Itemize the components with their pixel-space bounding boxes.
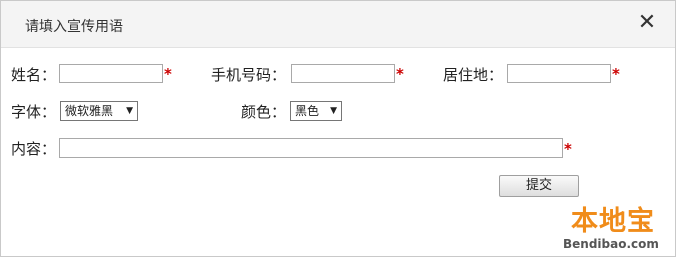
- color-select[interactable]: 黑色 ▼: [290, 101, 342, 121]
- phone-required-mark: *: [396, 65, 404, 83]
- color-select-value: 黑色: [295, 104, 320, 118]
- name-required-mark: *: [164, 65, 172, 83]
- residence-required-mark: *: [612, 65, 620, 83]
- chevron-down-icon: ▼: [330, 106, 337, 116]
- name-input[interactable]: [59, 64, 163, 83]
- chevron-down-icon: ▼: [126, 106, 133, 116]
- phone-input[interactable]: [291, 64, 395, 83]
- content-required-mark: *: [564, 140, 572, 158]
- phone-label: 手机号码：: [211, 66, 287, 84]
- name-label: 姓名：: [11, 66, 57, 84]
- content-label: 内容：: [11, 140, 57, 158]
- dialog: 请填入宣传用语 ✕ 姓名： * 手机号码： * 居住地： * 字体： 微软雅黑 …: [0, 0, 676, 257]
- color-label: 颜色：: [241, 103, 287, 121]
- font-label: 字体：: [11, 103, 57, 121]
- watermark-brand: 本地宝: [571, 206, 655, 237]
- residence-input[interactable]: [507, 64, 611, 83]
- content-input[interactable]: [59, 138, 563, 158]
- dialog-title: 请填入宣传用语: [25, 19, 123, 35]
- font-select[interactable]: 微软雅黑 ▼: [60, 101, 138, 121]
- watermark-logo: 本地宝 Bendibao.com: [561, 199, 673, 255]
- dialog-titlebar: 请填入宣传用语 ✕: [1, 1, 675, 48]
- watermark-url: Bendibao.com: [563, 237, 659, 251]
- close-icon[interactable]: ✕: [637, 12, 657, 34]
- submit-button[interactable]: 提交: [499, 175, 579, 197]
- font-select-value: 微软雅黑: [65, 104, 114, 118]
- residence-label: 居住地：: [443, 66, 504, 84]
